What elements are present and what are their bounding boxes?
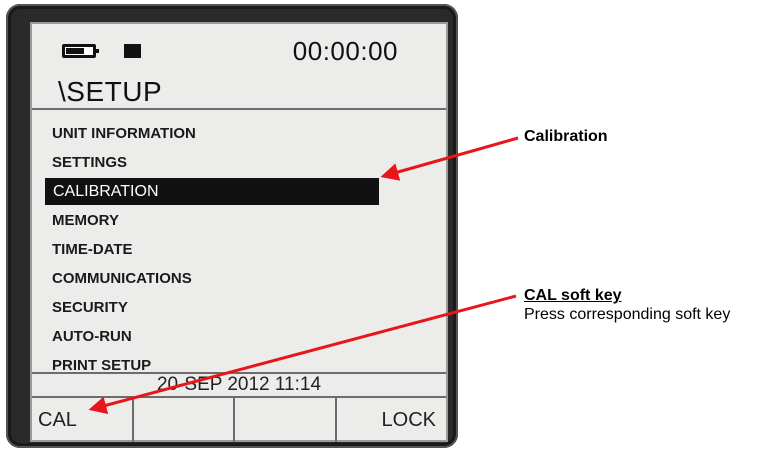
cal-softkey-description: Press corresponding soft key [524,306,731,323]
menu-item-calibration[interactable]: CALIBRATION [45,178,379,205]
title-divider [32,108,446,110]
menu-item-security[interactable]: SECURITY [52,294,128,321]
battery-tip [96,49,99,53]
softkey-2[interactable] [134,398,235,442]
cal-softkey-callout: CAL soft key [524,287,622,304]
page-title: \SETUP [58,76,163,107]
softkey-bar: CAL LOCK [32,396,446,442]
softkey-3[interactable] [235,398,337,442]
menu-item-settings[interactable]: SETTINGS [52,149,127,176]
status-bar: 00:00:00 [32,24,446,74]
softkey-cal[interactable]: CAL [32,398,134,442]
status-block-icon [124,44,141,58]
menu-item-unit-information[interactable]: UNIT INFORMATION [52,120,196,147]
softkey-lock[interactable]: LOCK [337,398,447,442]
calibration-callout: Calibration [524,128,608,145]
menu-item-memory[interactable]: MEMORY [52,207,119,234]
menu-item-time-date[interactable]: TIME-DATE [52,236,133,263]
battery-level [66,48,84,54]
device-bezel: 00:00:00 \SETUP UNIT INFORMATION SETTING… [6,4,458,448]
menu-item-auto-run[interactable]: AUTO-RUN [52,323,132,350]
menu-item-communications[interactable]: COMMUNICATIONS [52,265,192,292]
lcd-screen: 00:00:00 \SETUP UNIT INFORMATION SETTING… [30,22,448,442]
clock: 00:00:00 [292,36,398,66]
battery-icon [62,44,99,58]
datetime-display: 20-SEP 2012 11:14 [156,374,322,395]
